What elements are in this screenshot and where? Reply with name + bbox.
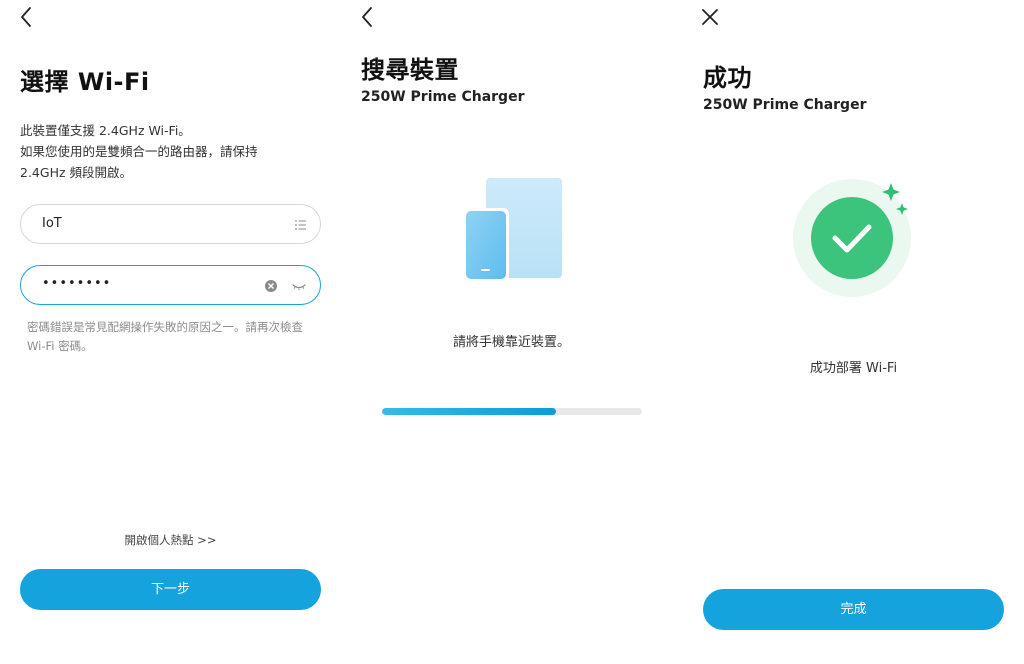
success-screen: 成功 250W Prime Charger 成功部署 Wi-Fi 完成 [683, 0, 1024, 664]
description-line: 2.4GHz 頻段開啟。 [20, 165, 132, 180]
instruction-text: 請將手機靠近裝置。 [452, 335, 570, 350]
done-button[interactable]: 完成 [703, 589, 1004, 630]
hotspot-link[interactable]: 開啟個人熱點 >> [0, 532, 341, 548]
progress-fill [382, 408, 557, 415]
chevron-left-icon [355, 7, 381, 34]
wifi-select-screen: 選擇 Wi-Fi 此裝置僅支援 2.4GHz Wi-Fi。 如果您使用的是雙頻合… [0, 0, 341, 664]
back-button[interactable] [355, 4, 381, 30]
device-name: 250W Prime Charger [703, 97, 867, 113]
page-title: 選擇 Wi-Fi [20, 68, 150, 96]
clear-circle-icon[interactable] [263, 278, 279, 294]
close-button[interactable] [697, 4, 723, 30]
password-hint: 密碼錯誤是常見配網操作失敗的原因之一。請再次檢查 Wi-Fi 密碼。 [27, 320, 303, 353]
password-field[interactable]: •••••••• [20, 265, 321, 305]
ssid-field[interactable]: IoT [20, 204, 321, 244]
progress-bar [382, 408, 642, 415]
eye-closed-icon[interactable] [291, 278, 307, 294]
next-button[interactable]: 下一步 [20, 569, 321, 610]
back-button[interactable] [14, 4, 40, 30]
check-circle-sparkle-icon [791, 178, 917, 300]
description-line: 如果您使用的是雙頻合一的路由器，請保持 [20, 144, 258, 159]
chevron-left-icon [14, 7, 40, 34]
page-title: 成功 [703, 64, 752, 92]
search-device-screen: 搜尋裝置 250W Prime Charger 請將手機靠近裝置。 [341, 0, 682, 664]
close-icon [697, 9, 723, 34]
password-value: •••••••• [42, 276, 112, 291]
phone-and-tablet-icon [462, 176, 564, 284]
ssid-value: IoT [42, 216, 62, 231]
list-icon[interactable] [293, 217, 309, 233]
description: 此裝置僅支援 2.4GHz Wi-Fi。 如果您使用的是雙頻合一的路由器，請保持… [20, 120, 320, 183]
device-name: 250W Prime Charger [361, 89, 525, 105]
status-text: 成功部署 Wi-Fi [809, 361, 898, 376]
description-line: 此裝置僅支援 2.4GHz Wi-Fi。 [20, 123, 191, 138]
page-title: 搜尋裝置 [361, 56, 459, 84]
